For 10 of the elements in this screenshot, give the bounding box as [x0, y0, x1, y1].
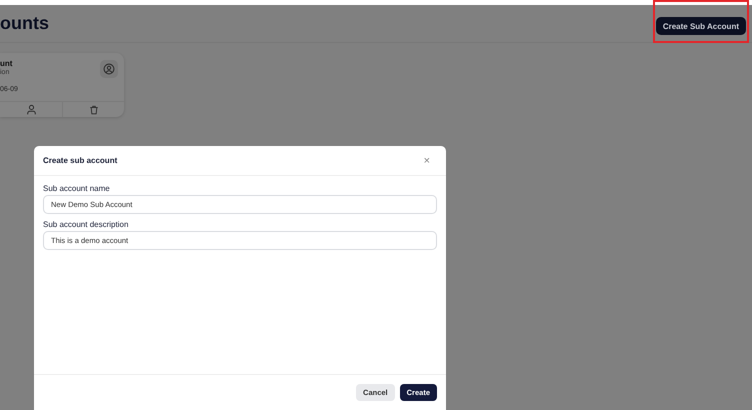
field-label: Sub account name [43, 184, 111, 193]
close-button[interactable]: × [422, 154, 432, 166]
user-icon[interactable] [26, 104, 36, 115]
trash-icon[interactable] [88, 104, 98, 114]
page-title: ounts [0, 13, 49, 34]
create-sub-account-button[interactable]: Create Sub Account [656, 16, 746, 34]
user-avatar-icon [100, 60, 118, 78]
account-name: unt [0, 59, 14, 68]
dialog-title: Create sub account [43, 156, 118, 165]
field-label: Sub account description [43, 220, 130, 229]
